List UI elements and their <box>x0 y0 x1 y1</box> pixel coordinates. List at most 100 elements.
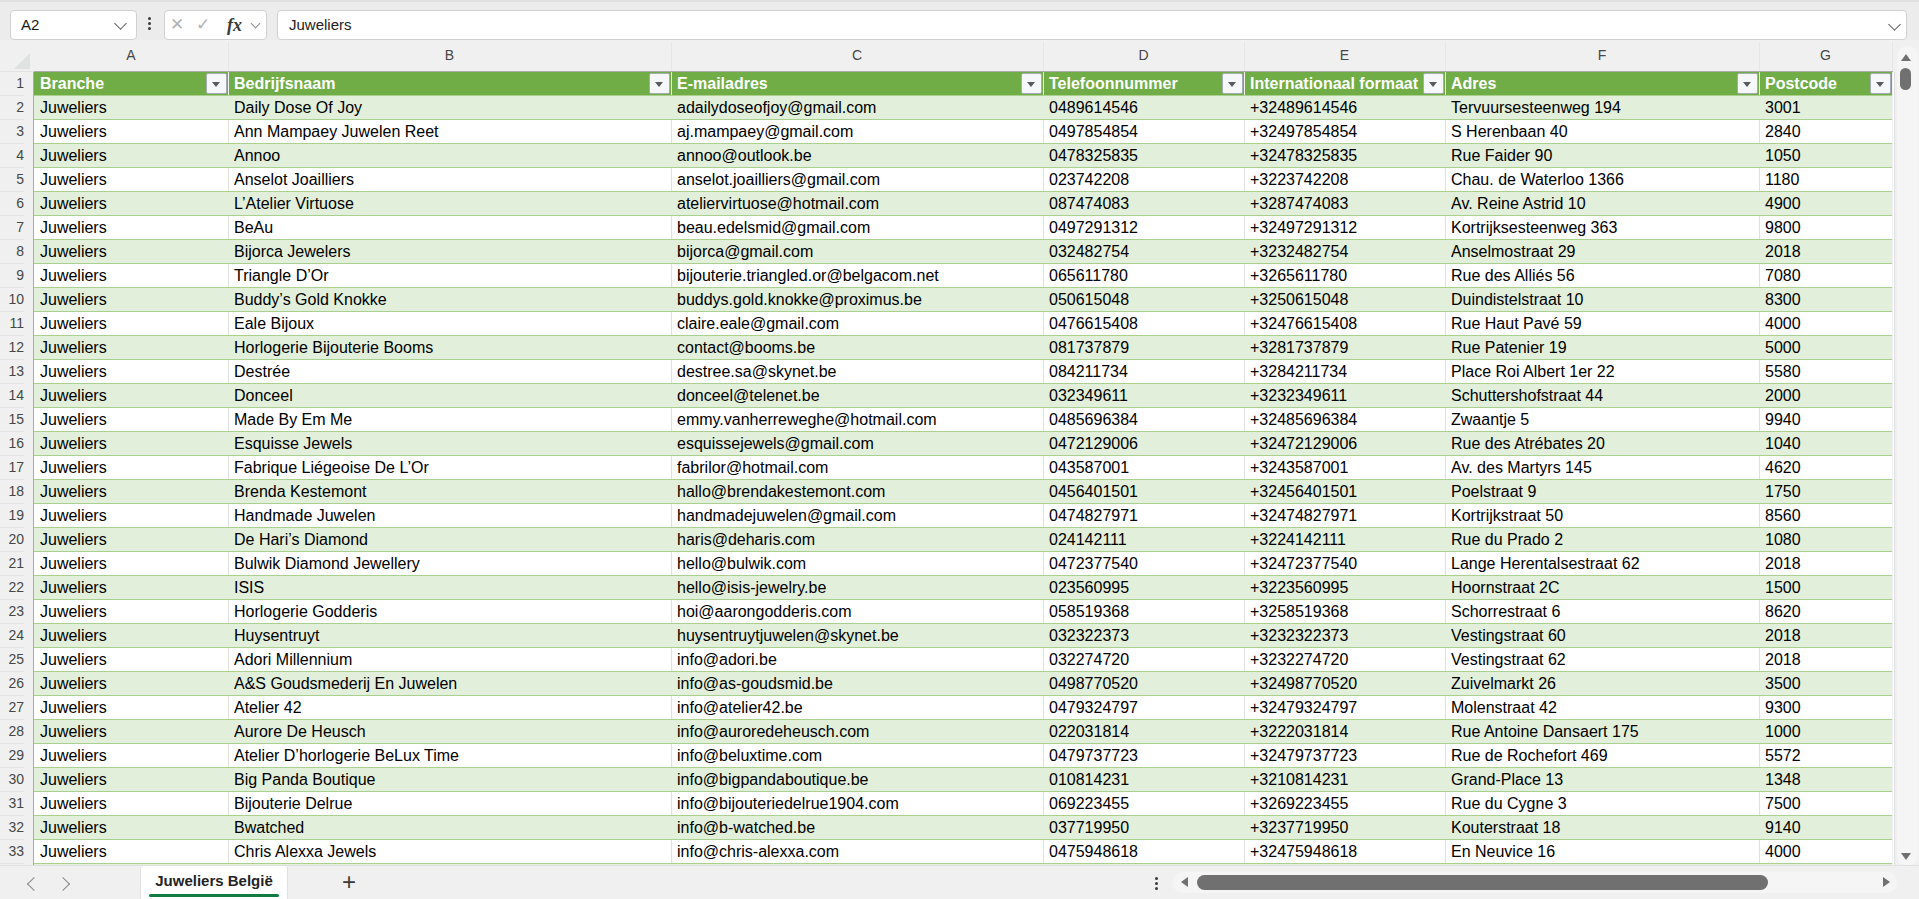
cell-C23[interactable]: hoi@aarongodderis.com <box>677 600 1042 623</box>
cell-B17[interactable]: Fabrique Liégeoise De L’Or <box>234 456 670 479</box>
cell-G22[interactable]: 1500 <box>1765 576 1891 599</box>
cell-E33[interactable]: +32475948618 <box>1250 840 1444 863</box>
cell-C26[interactable]: info@as-goudsmid.be <box>677 672 1042 695</box>
cell-E17[interactable]: +3243587001 <box>1250 456 1444 479</box>
cell-E27[interactable]: +32479324797 <box>1250 696 1444 719</box>
cell-E32[interactable]: +3237719950 <box>1250 816 1444 839</box>
cell-G16[interactable]: 1040 <box>1765 432 1891 455</box>
cell-B3[interactable]: Ann Mampaey Juwelen Reet <box>234 120 670 143</box>
cell-F30[interactable]: Grand-Place 13 <box>1451 768 1758 791</box>
cell-F22[interactable]: Hoornstraat 2C <box>1451 576 1758 599</box>
cell-A14[interactable]: Juweliers <box>40 384 227 407</box>
cell-A11[interactable]: Juweliers <box>40 312 227 335</box>
cell-C13[interactable]: destree.sa@skynet.be <box>677 360 1042 383</box>
cell-F15[interactable]: Zwaantje 5 <box>1451 408 1758 431</box>
cell-D25[interactable]: 032274720 <box>1049 648 1243 671</box>
row-header-23[interactable]: 23 <box>0 600 24 624</box>
cell-D13[interactable]: 084211734 <box>1049 360 1243 383</box>
cell-E7[interactable]: +32497291312 <box>1250 216 1444 239</box>
cell-B8[interactable]: Bijorca Jewelers <box>234 240 670 263</box>
cell-F2[interactable]: Tervuursesteenweg 194 <box>1451 96 1758 119</box>
cell-C17[interactable]: fabrilor@hotmail.com <box>677 456 1042 479</box>
row-header-26[interactable]: 26 <box>0 672 24 696</box>
cell-D32[interactable]: 037719950 <box>1049 816 1243 839</box>
cell-B5[interactable]: Anselot Joailliers <box>234 168 670 191</box>
cell-E15[interactable]: +32485696384 <box>1250 408 1444 431</box>
cell-A28[interactable]: Juweliers <box>40 720 227 743</box>
cell-F14[interactable]: Schuttershofstraat 44 <box>1451 384 1758 407</box>
cell-C9[interactable]: bijouterie.triangled.or@belgacom.net <box>677 264 1042 287</box>
row-header-32[interactable]: 32 <box>0 816 24 840</box>
cell-G27[interactable]: 9300 <box>1765 696 1891 719</box>
row-header-17[interactable]: 17 <box>0 456 24 480</box>
cell-A5[interactable]: Juweliers <box>40 168 227 191</box>
scroll-left-icon[interactable] <box>1181 877 1188 887</box>
cell-D31[interactable]: 069223455 <box>1049 792 1243 815</box>
row-header-15[interactable]: 15 <box>0 408 24 432</box>
cell-G30[interactable]: 1348 <box>1765 768 1891 791</box>
cell-B12[interactable]: Horlogerie Bijouterie Booms <box>234 336 670 359</box>
cell-A19[interactable]: Juweliers <box>40 504 227 527</box>
cell-E11[interactable]: +32476615408 <box>1250 312 1444 335</box>
formula-input[interactable]: Juweliers <box>277 10 1907 40</box>
cell-F13[interactable]: Place Roi Albert 1er 22 <box>1451 360 1758 383</box>
row-header-30[interactable]: 30 <box>0 768 24 792</box>
row-header-2[interactable]: 2 <box>0 96 24 120</box>
cell-E19[interactable]: +32474827971 <box>1250 504 1444 527</box>
row-header-27[interactable]: 27 <box>0 696 24 720</box>
cell-B10[interactable]: Buddy’s Gold Knokke <box>234 288 670 311</box>
cell-C5[interactable]: anselot.joailliers@gmail.com <box>677 168 1042 191</box>
cell-C3[interactable]: aj.mampaey@gmail.com <box>677 120 1042 143</box>
row-header-7[interactable]: 7 <box>0 216 24 240</box>
cell-C32[interactable]: info@b-watched.be <box>677 816 1042 839</box>
cell-D26[interactable]: 0498770520 <box>1049 672 1243 695</box>
cell-A4[interactable]: Juweliers <box>40 144 227 167</box>
fx-chevron-icon[interactable] <box>251 19 261 29</box>
cell-F11[interactable]: Rue Haut Pavé 59 <box>1451 312 1758 335</box>
cell-C2[interactable]: adailydoseofjoy@gmail.com <box>677 96 1042 119</box>
cell-F6[interactable]: Av. Reine Astrid 10 <box>1451 192 1758 215</box>
cell-B15[interactable]: Made By Em Me <box>234 408 670 431</box>
cell-E25[interactable]: +3232274720 <box>1250 648 1444 671</box>
cell-F18[interactable]: Poelstraat 9 <box>1451 480 1758 503</box>
cell-E18[interactable]: +32456401501 <box>1250 480 1444 503</box>
cell-A13[interactable]: Juweliers <box>40 360 227 383</box>
cell-B29[interactable]: Atelier D’horlogerie BeLux Time <box>234 744 670 767</box>
row-header-28[interactable]: 28 <box>0 720 24 744</box>
cell-D18[interactable]: 0456401501 <box>1049 480 1243 503</box>
cell-A3[interactable]: Juweliers <box>40 120 227 143</box>
cell-A32[interactable]: Juweliers <box>40 816 227 839</box>
cell-A24[interactable]: Juweliers <box>40 624 227 647</box>
cell-C19[interactable]: handmadejuwelen@gmail.com <box>677 504 1042 527</box>
scroll-down-icon[interactable] <box>1901 853 1911 860</box>
cell-A7[interactable]: Juweliers <box>40 216 227 239</box>
filter-button-A[interactable] <box>206 73 227 94</box>
formula-bar-expand-icon[interactable] <box>1888 18 1901 31</box>
cell-F21[interactable]: Lange Herentalsestraat 62 <box>1451 552 1758 575</box>
cell-B24[interactable]: Huysentruyt <box>234 624 670 647</box>
cell-B28[interactable]: Aurore De Heusch <box>234 720 670 743</box>
cell-B2[interactable]: Daily Dose Of Joy <box>234 96 670 119</box>
row-header-33[interactable]: 33 <box>0 840 24 864</box>
vertical-scrollbar[interactable] <box>1897 46 1918 866</box>
cell-D4[interactable]: 0478325835 <box>1049 144 1243 167</box>
cell-E28[interactable]: +3222031814 <box>1250 720 1444 743</box>
cell-E16[interactable]: +32472129006 <box>1250 432 1444 455</box>
cell-C7[interactable]: beau.edelsmid@gmail.com <box>677 216 1042 239</box>
cell-B19[interactable]: Handmade Juwelen <box>234 504 670 527</box>
row-header-20[interactable]: 20 <box>0 528 24 552</box>
cell-B31[interactable]: Bijouterie Delrue <box>234 792 670 815</box>
cell-B27[interactable]: Atelier 42 <box>234 696 670 719</box>
cell-G6[interactable]: 4900 <box>1765 192 1891 215</box>
cell-E3[interactable]: +32497854854 <box>1250 120 1444 143</box>
cell-A18[interactable]: Juweliers <box>40 480 227 503</box>
cell-F5[interactable]: Chau. de Waterloo 1366 <box>1451 168 1758 191</box>
cell-D23[interactable]: 058519368 <box>1049 600 1243 623</box>
cell-D5[interactable]: 023742208 <box>1049 168 1243 191</box>
cell-C30[interactable]: info@bigpandaboutique.be <box>677 768 1042 791</box>
select-all-corner[interactable] <box>14 53 30 69</box>
cell-B26[interactable]: A&S Goudsmederij En Juwelen <box>234 672 670 695</box>
cell-G32[interactable]: 9140 <box>1765 816 1891 839</box>
row-header-24[interactable]: 24 <box>0 624 24 648</box>
cell-D19[interactable]: 0474827971 <box>1049 504 1243 527</box>
